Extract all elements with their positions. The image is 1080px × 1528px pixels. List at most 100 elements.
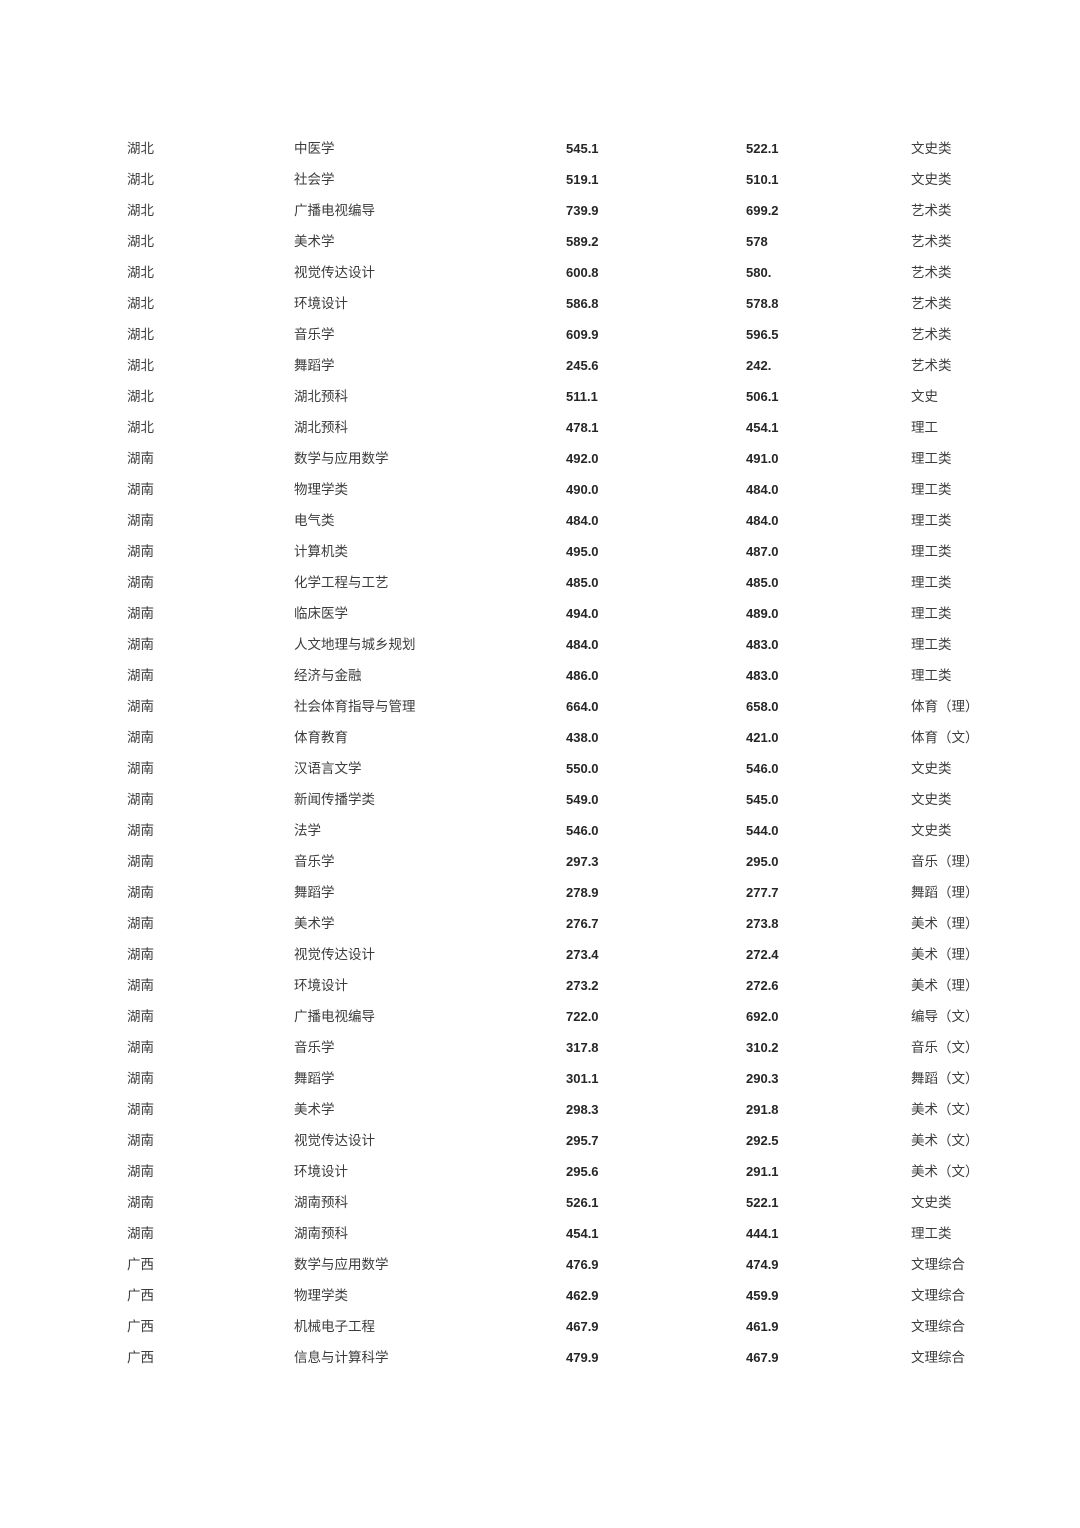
cell-province: 湖南 — [127, 1195, 154, 1210]
table-row: 湖北 湖北预科 478.1 454.1 理工 — [127, 412, 1007, 443]
table-row: 湖北 广播电视编导 739.9 699.2 艺术类 — [127, 195, 1007, 226]
cell-high-score: 297.3 — [566, 854, 599, 869]
cell-province: 湖南 — [127, 606, 154, 621]
cell-low-score: 483.0 — [746, 668, 779, 683]
cell-low-score: 546.0 — [746, 761, 779, 776]
cell-low-score: 291.1 — [746, 1164, 779, 1179]
table-row: 湖南 环境设计 295.6 291.1 美术（文） — [127, 1156, 1007, 1187]
cell-high-score: 486.0 — [566, 668, 599, 683]
cell-low-score: 242. — [746, 358, 772, 373]
cell-low-score: 444.1 — [746, 1226, 779, 1241]
cell-major: 机械电子工程 — [294, 1319, 375, 1334]
cell-category: 艺术类 — [911, 265, 952, 280]
cell-low-score: 596.5 — [746, 327, 779, 342]
cell-low-score: 580. — [746, 265, 772, 280]
cell-category: 艺术类 — [911, 327, 952, 342]
cell-category: 文史类 — [911, 761, 952, 776]
cell-province: 湖南 — [127, 1040, 154, 1055]
table-row: 湖北 湖北预科 511.1 506.1 文史 — [127, 381, 1007, 412]
cell-category: 艺术类 — [911, 234, 952, 249]
cell-major: 视觉传达设计 — [294, 265, 375, 280]
table-row: 湖南 视觉传达设计 273.4 272.4 美术（理） — [127, 939, 1007, 970]
table-row: 广西 信息与计算科学 479.9 467.9 文理综合 — [127, 1342, 1007, 1373]
cell-high-score: 600.8 — [566, 265, 599, 280]
cell-category: 文理综合 — [911, 1319, 965, 1334]
cell-category: 文理综合 — [911, 1257, 965, 1272]
cell-province: 湖南 — [127, 823, 154, 838]
cell-province: 广西 — [127, 1288, 154, 1303]
table-row: 湖北 中医学 545.1 522.1 文史类 — [127, 133, 1007, 164]
cell-province: 湖南 — [127, 1009, 154, 1024]
cell-category: 音乐（文） — [911, 1040, 979, 1055]
cell-category: 编导（文） — [911, 1009, 979, 1024]
cell-low-score: 489.0 — [746, 606, 779, 621]
cell-major: 物理学类 — [294, 1288, 348, 1303]
table-row: 湖南 临床医学 494.0 489.0 理工类 — [127, 598, 1007, 629]
cell-high-score: 494.0 — [566, 606, 599, 621]
cell-province: 湖北 — [127, 327, 154, 342]
cell-high-score: 295.6 — [566, 1164, 599, 1179]
cell-low-score: 544.0 — [746, 823, 779, 838]
table-row: 湖北 美术学 589.2 578 艺术类 — [127, 226, 1007, 257]
cell-high-score: 476.9 — [566, 1257, 599, 1272]
cell-province: 湖南 — [127, 1164, 154, 1179]
cell-province: 湖南 — [127, 451, 154, 466]
cell-province: 湖北 — [127, 389, 154, 404]
cell-low-score: 506.1 — [746, 389, 779, 404]
cell-major: 临床医学 — [294, 606, 348, 621]
cell-major: 数学与应用数学 — [294, 1257, 389, 1272]
table-row: 湖北 环境设计 586.8 578.8 艺术类 — [127, 288, 1007, 319]
cell-low-score: 421.0 — [746, 730, 779, 745]
cell-low-score: 272.4 — [746, 947, 779, 962]
table-row: 湖南 社会体育指导与管理 664.0 658.0 体育（理） — [127, 691, 1007, 722]
table-row: 广西 机械电子工程 467.9 461.9 文理综合 — [127, 1311, 1007, 1342]
cell-low-score: 459.9 — [746, 1288, 779, 1303]
cell-major: 电气类 — [294, 513, 335, 528]
cell-category: 理工类 — [911, 637, 952, 652]
cell-province: 湖北 — [127, 265, 154, 280]
cell-province: 湖北 — [127, 296, 154, 311]
cell-high-score: 609.9 — [566, 327, 599, 342]
cell-province: 湖南 — [127, 513, 154, 528]
table-row: 广西 物理学类 462.9 459.9 文理综合 — [127, 1280, 1007, 1311]
cell-province: 湖北 — [127, 234, 154, 249]
cell-low-score: 272.6 — [746, 978, 779, 993]
cell-category: 理工类 — [911, 451, 952, 466]
cell-low-score: 485.0 — [746, 575, 779, 590]
cell-province: 湖南 — [127, 575, 154, 590]
cell-low-score: 483.0 — [746, 637, 779, 652]
cell-major: 视觉传达设计 — [294, 947, 375, 962]
cell-category: 体育（理） — [911, 699, 979, 714]
table-row: 湖南 环境设计 273.2 272.6 美术（理） — [127, 970, 1007, 1001]
cell-high-score: 546.0 — [566, 823, 599, 838]
cell-major: 环境设计 — [294, 978, 348, 993]
cell-high-score: 589.2 — [566, 234, 599, 249]
cell-major: 物理学类 — [294, 482, 348, 497]
cell-category: 美术（理） — [911, 978, 979, 993]
cell-low-score: 310.2 — [746, 1040, 779, 1055]
cell-category: 理工类 — [911, 513, 952, 528]
cell-major: 音乐学 — [294, 854, 335, 869]
cell-low-score: 484.0 — [746, 513, 779, 528]
cell-province: 广西 — [127, 1350, 154, 1365]
cell-major: 中医学 — [294, 141, 335, 156]
cell-high-score: 478.1 — [566, 420, 599, 435]
cell-category: 舞蹈（文） — [911, 1071, 979, 1086]
cell-low-score: 578.8 — [746, 296, 779, 311]
cell-high-score: 276.7 — [566, 916, 599, 931]
cell-province: 湖南 — [127, 978, 154, 993]
cell-major: 社会体育指导与管理 — [294, 699, 416, 714]
cell-category: 文理综合 — [911, 1350, 965, 1365]
table-row: 湖南 经济与金融 486.0 483.0 理工类 — [127, 660, 1007, 691]
cell-province: 湖南 — [127, 699, 154, 714]
cell-high-score: 438.0 — [566, 730, 599, 745]
cell-high-score: 526.1 — [566, 1195, 599, 1210]
cell-category: 舞蹈（理） — [911, 885, 979, 900]
cell-major: 计算机类 — [294, 544, 348, 559]
cell-province: 湖南 — [127, 1133, 154, 1148]
cell-major: 音乐学 — [294, 1040, 335, 1055]
cell-high-score: 739.9 — [566, 203, 599, 218]
cell-province: 湖南 — [127, 637, 154, 652]
cell-major: 美术学 — [294, 1102, 335, 1117]
cell-high-score: 519.1 — [566, 172, 599, 187]
